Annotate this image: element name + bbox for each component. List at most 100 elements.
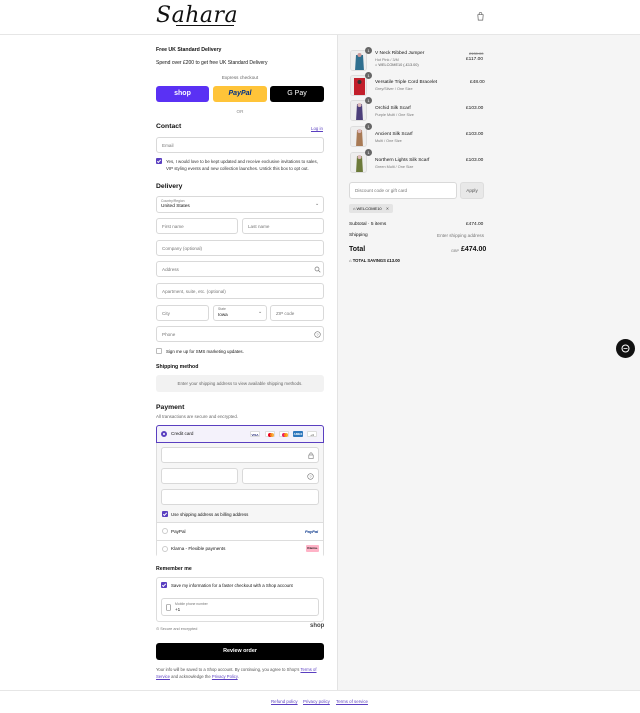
shipping-value: Enter shipping address (437, 233, 484, 238)
item-discount-text: WELCOME10 (-£13.00) (378, 63, 419, 67)
item-variant: Grey/Silver / One Size (375, 87, 413, 91)
quantity-badge: 1 (365, 47, 372, 54)
footer-divider (0, 690, 640, 691)
apartment-field[interactable]: Apartment, suite, etc. (optional) (156, 283, 324, 299)
privacy-policy-link[interactable]: Privacy policy (303, 699, 330, 704)
name-on-card-field[interactable] (161, 489, 319, 505)
last-name-field[interactable]: Last name (242, 218, 324, 234)
klarna-radio[interactable] (162, 546, 168, 552)
total-label: Total (349, 246, 366, 253)
visa-icon: VISA (250, 431, 260, 437)
item-name: Versatile Triple Cord Bracelet (375, 80, 438, 85)
billing-label: Use shipping address as billing address (171, 512, 249, 517)
billing-checkbox[interactable] (162, 511, 168, 517)
zip-placeholder: ZIP code (276, 311, 295, 316)
paypal-radio[interactable] (162, 528, 168, 534)
first-name-field[interactable]: First name (156, 218, 238, 234)
email-field[interactable]: Email (156, 137, 324, 153)
mobile-phone-field[interactable]: Mobile phone number +1 (161, 598, 319, 616)
delivery-heading: Delivery (156, 183, 183, 190)
google-pay-button[interactable]: G Pay (270, 86, 324, 102)
phone-placeholder: Phone (162, 332, 176, 337)
remember-me-heading: Remember me (156, 566, 192, 572)
apply-button[interactable]: Apply (460, 182, 484, 199)
chevron-down-icon: ⌄ (258, 309, 263, 315)
discount-tag: ⌂ WELCOME10 ✕ (349, 204, 394, 213)
review-order-button[interactable]: Review order (156, 643, 324, 660)
chat-button[interactable] (616, 339, 635, 358)
paypal-label: PayPal (171, 529, 186, 534)
newsletter-label: Yes, I would love to be kept updated and… (166, 159, 318, 171)
quantity-badge: 1 (365, 97, 372, 104)
quantity-badge: 1 (365, 149, 372, 156)
discount-tag-text: WELCOME10 (356, 206, 382, 211)
secure-note: ⊙ Secure and encrypted (156, 626, 197, 631)
discount-code-input[interactable]: Discount code or gift card (349, 182, 457, 199)
item-price: £103.00 (466, 106, 484, 111)
shipping-label: Shipping (349, 233, 368, 238)
card-number-field[interactable] (161, 447, 319, 463)
promo-text: Spend over £200 to get free UK Standard … (156, 60, 268, 66)
privacy-link[interactable]: Privacy Policy (212, 674, 238, 679)
save-info-checkbox[interactable] (161, 582, 167, 588)
country-select[interactable]: Country/Region United States ⌄ (156, 196, 324, 213)
secure-text: Secure and encrypted (160, 627, 198, 631)
discount-placeholder: Discount code or gift card (355, 188, 408, 193)
item-discount: ⌂ WELCOME10 (-£13.00) (375, 63, 419, 67)
phone-icon (166, 604, 171, 611)
security-code-field[interactable]: ? (242, 468, 319, 484)
first-name-placeholder: First name (162, 224, 184, 229)
mastercard-icon (265, 431, 275, 437)
terms-of-service-link[interactable]: Terms of service (336, 699, 368, 704)
apartment-placeholder: Apartment, suite, etc. (optional) (162, 289, 226, 294)
credit-card-label: Credit card (171, 431, 194, 436)
paypal-button[interactable]: PayPal (213, 86, 267, 102)
last-name-placeholder: Last name (248, 224, 270, 229)
contact-heading: Contact (156, 123, 182, 130)
refund-policy-link[interactable]: Refund policy (271, 699, 298, 704)
quantity-badge: 1 (365, 72, 372, 79)
mobile-phone-value: +1 (175, 607, 181, 612)
item-name: Orchid Silk Scarf (375, 106, 411, 111)
country-value: United States (161, 204, 190, 209)
phone-field[interactable]: Phone ? (156, 326, 324, 342)
maestro-icon (279, 431, 289, 437)
sms-checkbox[interactable] (156, 348, 162, 354)
address-placeholder: Address (162, 267, 179, 272)
payment-heading: Payment (156, 404, 185, 411)
cart-icon[interactable] (476, 12, 485, 21)
help-icon[interactable]: ? (307, 473, 314, 480)
credit-card-radio[interactable] (161, 431, 167, 437)
item-variant: Hot Pink / 3/M (375, 58, 399, 62)
help-icon[interactable]: ? (314, 331, 321, 338)
disclaimer-text: Your info will be saved to a Shop accoun… (156, 667, 300, 672)
search-icon (314, 266, 321, 273)
currency-code: GBP (451, 249, 460, 253)
address-field[interactable]: Address (156, 261, 324, 277)
quantity-badge: 1 (365, 123, 372, 130)
payment-subtitle: All transactions are secure and encrypte… (156, 414, 239, 419)
product-thumbnail (350, 152, 367, 173)
zip-field[interactable]: ZIP code (270, 305, 324, 321)
company-field[interactable]: Company (optional) (156, 240, 324, 256)
klarna-label: Klarna - Flexible payments (171, 546, 226, 551)
login-link[interactable]: Log in (311, 126, 323, 131)
product-thumbnail (350, 50, 367, 71)
disclaimer-period: . (237, 674, 239, 679)
savings-value: £13.00 (387, 258, 400, 263)
item-variant: Purple Multi / One Size (375, 113, 414, 117)
disclaimer-and: and acknowledge the (171, 674, 211, 679)
logo-underline (176, 25, 234, 26)
city-placeholder: City (162, 311, 170, 316)
lock-icon (308, 452, 314, 459)
state-select[interactable]: State Iowa ⌄ (213, 305, 267, 321)
shop-disclaimer: Your info will be saved to a Shop accoun… (156, 666, 324, 680)
close-icon[interactable]: ✕ (386, 206, 389, 211)
amex-icon: AMEX (293, 431, 303, 437)
email-placeholder: Email (162, 143, 174, 148)
newsletter-checkbox[interactable] (156, 158, 162, 164)
item-name: V Neck Ribbed Jumper (375, 51, 425, 56)
expiry-field[interactable] (161, 468, 238, 484)
city-field[interactable]: City (156, 305, 209, 321)
shop-pay-button[interactable]: shop (156, 86, 209, 102)
